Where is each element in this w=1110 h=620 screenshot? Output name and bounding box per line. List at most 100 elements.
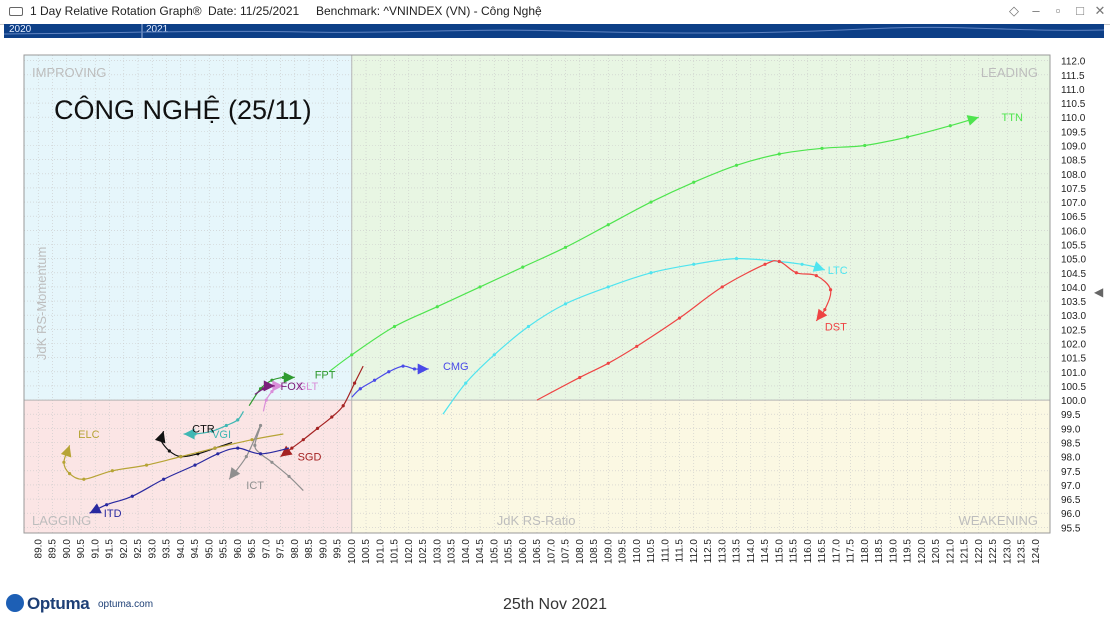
window-benchmark: Benchmark: ^VNINDEX (VN) - Công Nghệ xyxy=(316,4,542,18)
x-tick-label: 102.0 xyxy=(404,539,415,564)
y-tick-label: 97.0 xyxy=(1061,481,1081,492)
series-point-dst xyxy=(606,361,610,365)
x-tick-label: 97.5 xyxy=(276,539,287,559)
x-tick-label: 120.5 xyxy=(931,539,942,564)
quadrant-label-leading: LEADING xyxy=(981,65,1038,80)
y-tick-label: 111.5 xyxy=(1061,71,1085,82)
window-title: 1 Day Relative Rotation Graph® xyxy=(30,4,202,18)
x-tick-label: 123.0 xyxy=(1002,539,1013,564)
series-label-fpt: FPT xyxy=(315,370,336,382)
x-tick-label: 112.5 xyxy=(703,539,714,564)
series-label-itd: ITD xyxy=(104,508,122,520)
series-point-ttn xyxy=(905,135,910,139)
series-point-ttn xyxy=(563,245,568,249)
x-tick-label: 109.0 xyxy=(603,539,614,564)
series-point-ttn xyxy=(777,152,781,156)
series-point-ttn xyxy=(948,124,952,128)
series-label-elc: ELC xyxy=(78,429,99,441)
quadrant-label-improving: IMPROVING xyxy=(32,65,106,80)
series-point-itd xyxy=(105,503,109,507)
y-tick-label: 100.0 xyxy=(1061,396,1086,407)
x-tick-label: 92.0 xyxy=(119,539,130,559)
x-tick-label: 93.5 xyxy=(162,539,173,559)
y-tick-label: 104.0 xyxy=(1061,283,1086,294)
x-tick-label: 106.5 xyxy=(532,539,543,564)
x-tick-label: 123.5 xyxy=(1017,539,1028,564)
x-tick-label: 101.5 xyxy=(390,539,401,564)
series-point-ict xyxy=(287,474,291,479)
x-tick-label: 89.5 xyxy=(48,539,59,559)
series-point-ltc xyxy=(606,285,610,289)
series-point-dst xyxy=(578,375,582,380)
y-tick-label: 103.5 xyxy=(1061,297,1086,308)
series-point-ltc xyxy=(734,257,739,261)
x-tick-label: 113.0 xyxy=(717,539,728,564)
x-tick-label: 107.5 xyxy=(561,539,572,564)
x-tick-label: 91.0 xyxy=(90,539,101,559)
x-tick-label: 122.0 xyxy=(974,539,985,564)
x-axis-label: JdK RS-Ratio xyxy=(497,513,576,528)
y-tick-label: 98.5 xyxy=(1061,438,1081,449)
collapse-arrow-icon[interactable]: ◀ xyxy=(1094,285,1103,299)
y-tick-label: 111.0 xyxy=(1061,85,1085,96)
series-point-sgd xyxy=(290,446,294,450)
x-tick-label: 89.0 xyxy=(33,539,44,559)
series-point-sgd xyxy=(353,381,357,385)
y-tick-label: 106.5 xyxy=(1061,212,1086,223)
timeline-strip[interactable]: 2020 2021 xyxy=(4,24,1104,38)
x-tick-label: 118.5 xyxy=(874,539,885,564)
x-tick-label: 113.5 xyxy=(732,539,743,564)
timeline-marker xyxy=(4,24,1104,38)
y-axis-label: JdK RS-Momentum xyxy=(34,247,49,360)
y-tick-label: 107.0 xyxy=(1061,198,1086,209)
series-point-ttn xyxy=(350,353,354,357)
x-tick-label: 94.0 xyxy=(176,539,187,559)
y-tick-label: 99.5 xyxy=(1061,410,1081,421)
x-tick-label: 109.5 xyxy=(618,539,629,564)
x-tick-label: 97.0 xyxy=(261,539,272,559)
x-tick-label: 105.0 xyxy=(489,539,500,564)
series-point-elc xyxy=(144,463,149,467)
y-tick-label: 103.0 xyxy=(1061,311,1086,322)
close-icon[interactable]: ✕ xyxy=(1092,3,1108,19)
x-tick-label: 102.5 xyxy=(418,539,429,564)
diamond-icon[interactable]: ◇ xyxy=(1006,3,1022,19)
series-point-ttn xyxy=(478,285,482,289)
rrg-chart[interactable]: 89.0 89.5 90.0 90.5 91.0 91.5 92.0 92.5 93.0 93.5… xyxy=(0,38,1110,590)
series-point-ttn xyxy=(392,324,397,329)
series-point-glt xyxy=(264,398,268,402)
series-label-cmg: CMG xyxy=(443,361,469,373)
series-point-cmg xyxy=(372,378,377,382)
y-tick-label: 105.5 xyxy=(1061,241,1086,252)
y-tick-label: 95.5 xyxy=(1061,523,1081,534)
y-tick-label: 98.0 xyxy=(1061,453,1081,464)
quadrant-label-lagging: LAGGING xyxy=(32,513,91,528)
series-point-ttn xyxy=(649,200,653,204)
series-point-dst xyxy=(720,285,724,289)
x-tick-label: 112.0 xyxy=(689,539,700,564)
y-tick-label: 108.5 xyxy=(1061,156,1086,167)
minimize-icon[interactable]: – xyxy=(1028,3,1044,18)
series-point-ttn xyxy=(435,305,439,309)
series-point-dst xyxy=(677,316,682,320)
y-tick-label: 104.5 xyxy=(1061,269,1086,280)
y-tick-label: 101.0 xyxy=(1061,368,1086,379)
series-point-elc xyxy=(62,460,66,464)
x-tick-label: 117.5 xyxy=(846,539,857,564)
series-point-ict xyxy=(270,460,274,464)
x-tick-label: 114.0 xyxy=(746,539,757,564)
x-tick-label: 114.5 xyxy=(760,539,771,564)
restore-icon[interactable]: ▫ xyxy=(1050,3,1066,18)
series-point-dst xyxy=(794,271,798,275)
x-tick-label: 100.0 xyxy=(347,539,358,564)
x-tick-label: 100.5 xyxy=(361,539,372,564)
x-tick-label: 99.5 xyxy=(333,539,344,559)
x-tick-label: 124.0 xyxy=(1031,539,1042,564)
x-tick-label: 91.5 xyxy=(105,539,116,559)
maximize-icon[interactable]: □ xyxy=(1072,3,1088,18)
x-tick-label: 93.0 xyxy=(147,539,158,559)
series-label-fox: FOX xyxy=(281,381,304,393)
series-label-ttn: TTN xyxy=(1002,112,1023,124)
series-point-elc xyxy=(68,472,72,476)
x-tick-label: 92.5 xyxy=(133,539,144,559)
